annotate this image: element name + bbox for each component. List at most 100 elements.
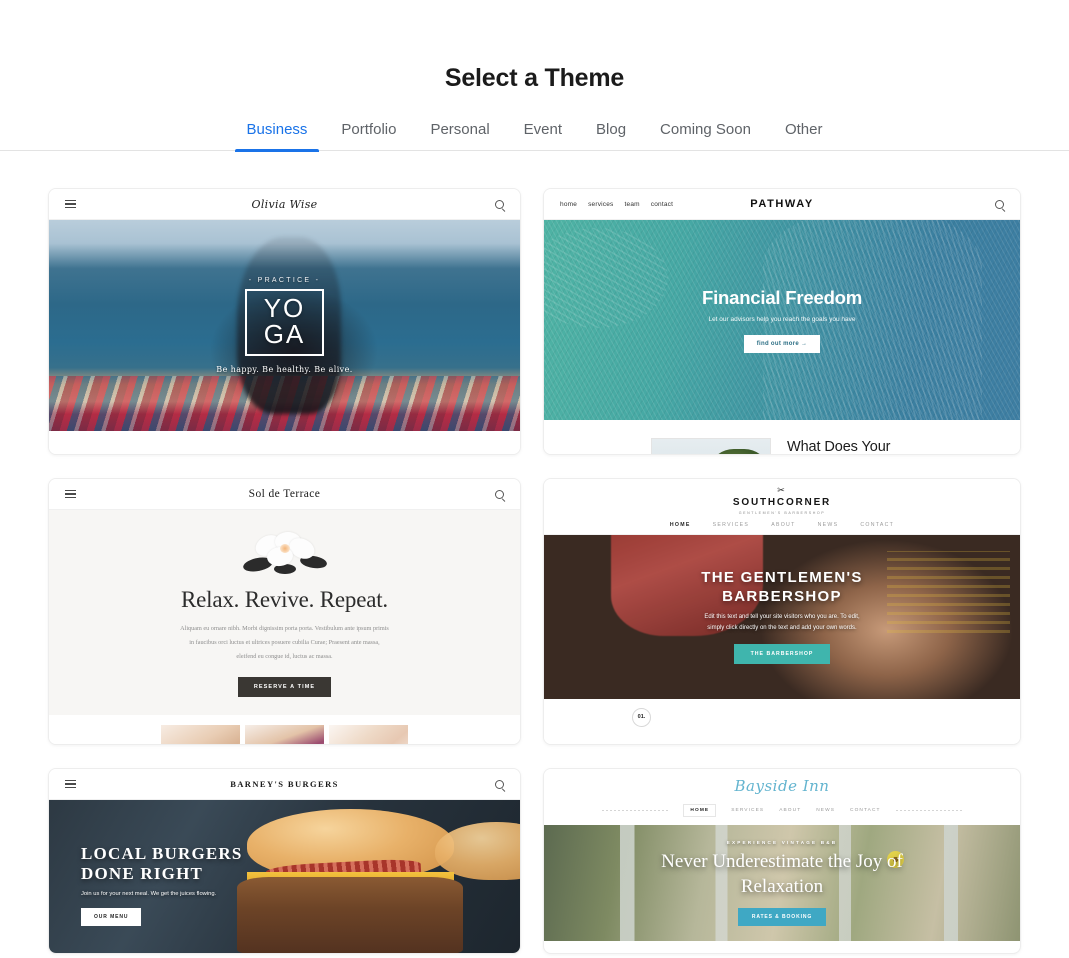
hero-heading: Relax. Revive. Repeat. xyxy=(180,587,388,612)
theme-picker-page: Select a Theme Business Portfolio Person… xyxy=(0,0,1069,958)
hero-body-line3: eleifend eu congue id, luctus ac massa. xyxy=(236,652,333,660)
site-nav: HOME SERVICES ABOUT NEWS CONTACT xyxy=(544,795,1020,825)
section-thumbnail xyxy=(651,438,771,454)
site-nav: HOME SERVICES ABOUT NEWS CONTACT xyxy=(544,514,1020,534)
hero-content: EXPERIENCE VINTAGE B&B Never Underestima… xyxy=(544,825,1020,941)
nav-divider-right xyxy=(895,810,962,811)
hero-body-line2: in faucibus orci luctus et ultrices posu… xyxy=(189,638,380,646)
search-icon[interactable] xyxy=(495,489,504,499)
hero-tagline: Be happy. Be healthy. Be alive. xyxy=(216,365,353,374)
category-tabs: Business Portfolio Personal Event Blog C… xyxy=(0,121,1069,152)
hero-image-yoga: - PRACTICE - YO GA Be happy. Be healthy.… xyxy=(49,220,520,432)
gallery-thumbnails xyxy=(49,715,520,744)
mini-site-header: ✂ SOUTHCORNER GENTLEMEN'S BARBERSHOP HOM… xyxy=(544,479,1020,535)
content-section: 01. xyxy=(544,698,1020,744)
nav-item-home[interactable]: HOME xyxy=(683,804,717,817)
hero-heading: LOCAL BURGERS DONE RIGHT xyxy=(81,844,243,884)
rates-booking-button[interactable]: RATES & BOOKING xyxy=(737,908,827,927)
search-icon[interactable] xyxy=(495,199,504,209)
theme-card-bayside-inn[interactable]: Bayside Inn HOME SERVICES ABOUT NEWS CON… xyxy=(543,768,1021,954)
tab-coming-soon[interactable]: Coming Soon xyxy=(643,121,768,150)
gallery-thumb-1[interactable] xyxy=(161,725,240,744)
hero-heading: Financial Freedom xyxy=(701,287,863,308)
content-section: What Does Your Financial Pathway xyxy=(544,420,1020,455)
theme-card-southcorner-barbershop[interactable]: ✂ SOUTHCORNER GENTLEMEN'S BARBERSHOP HOM… xyxy=(543,478,1021,745)
hero-heading-line2: Relaxation xyxy=(740,875,824,897)
hero-content: - PRACTICE - YO GA Be happy. Be healthy.… xyxy=(49,220,520,431)
tab-other[interactable]: Other xyxy=(768,121,840,150)
hero-heading: THE GENTLEMEN'S BARBERSHOP xyxy=(701,569,862,607)
scissors-icon: ✂ xyxy=(777,485,787,495)
hero-tagline: Join us for your next meal. We get the j… xyxy=(81,891,217,898)
barbershop-cta-button[interactable]: THE BARBERSHOP xyxy=(733,644,831,665)
site-logo: Bayside Inn xyxy=(734,777,830,795)
hero-heading-line2: BARBERSHOP xyxy=(722,587,842,605)
hero-subtitle: Let our advisors help you reach the goal… xyxy=(708,316,856,323)
hero-image-barbershop: THE GENTLEMEN'S BARBERSHOP Edit this tex… xyxy=(544,534,1020,699)
hero-title: YO GA xyxy=(244,289,325,356)
site-logo: Olivia Wise xyxy=(251,197,318,211)
theme-card-sol-de-terrace-spa[interactable]: Sol de Terrace Relax. Revive. Repeat. Al… xyxy=(48,478,521,745)
nav-item-contact[interactable]: contact xyxy=(651,201,673,208)
nav-item-home[interactable]: HOME xyxy=(670,522,691,528)
nav-item-team[interactable]: team xyxy=(625,201,640,208)
hero-image-bayside: EXPERIENCE VINTAGE B&B Never Underestima… xyxy=(544,825,1020,941)
mini-site-header: home services team contact PATHWAY xyxy=(544,189,1020,220)
reserve-a-time-button[interactable]: RESERVE A TIME xyxy=(237,676,332,697)
hero-heading-line2: DONE RIGHT xyxy=(81,864,204,884)
section-heading-line1: What Does Your xyxy=(787,439,891,455)
nav-item-services[interactable]: services xyxy=(588,201,613,208)
nav-item-about[interactable]: ABOUT xyxy=(771,522,795,528)
hero-image-burger: LOCAL BURGERS DONE RIGHT Join us for you… xyxy=(49,800,520,953)
theme-grid: Olivia Wise - PRACTICE - YO GA Be happy.… xyxy=(0,151,1069,954)
nav-item-contact[interactable]: CONTACT xyxy=(860,522,894,528)
hero-body-line1: Edit this text and tell your site visito… xyxy=(704,614,860,621)
hero-eyebrow: EXPERIENCE VINTAGE B&B xyxy=(726,839,838,845)
hero-heading-line1: LOCAL BURGERS xyxy=(81,844,243,863)
flower-stones-icon xyxy=(241,530,329,577)
nav-divider-left xyxy=(602,810,669,811)
tab-business[interactable]: Business xyxy=(230,121,325,152)
hamburger-icon[interactable] xyxy=(65,198,76,211)
burger-bun-second xyxy=(435,821,520,881)
tab-portfolio[interactable]: Portfolio xyxy=(324,121,413,150)
mini-site-header: Bayside Inn HOME SERVICES ABOUT NEWS CON… xyxy=(544,769,1020,825)
card-bottom-space xyxy=(49,431,520,454)
theme-card-olivia-wise-yoga[interactable]: Olivia Wise - PRACTICE - YO GA Be happy.… xyxy=(48,188,521,455)
nav-item-home[interactable]: home xyxy=(560,201,577,208)
section-heading: What Does Your Financial Pathway xyxy=(787,438,906,455)
theme-card-barneys-burgers[interactable]: BARNEY'S BURGERS LOCAL BURGERS DONE RIGH… xyxy=(48,768,521,954)
find-out-more-button[interactable]: find out more → xyxy=(743,335,821,353)
hero-title-line2: GA xyxy=(263,319,306,349)
search-icon[interactable] xyxy=(995,199,1004,209)
nav-item-services[interactable]: SERVICES xyxy=(713,522,750,528)
tab-personal[interactable]: Personal xyxy=(413,121,506,150)
nav-item-contact[interactable]: CONTACT xyxy=(850,808,881,813)
burger-patty xyxy=(237,877,464,953)
nav-item-news[interactable]: NEWS xyxy=(818,522,839,528)
site-logo: SOUTHCORNER xyxy=(732,497,832,508)
hero-heading: Never Underestimate the Joy of Relaxatio… xyxy=(661,850,903,899)
hero-body-line1: Aliquam eu ornare nibh. Morbi dignissim … xyxy=(180,625,389,632)
hero-spa: Relax. Revive. Repeat. Aliquam eu ornare… xyxy=(49,510,520,715)
search-icon[interactable] xyxy=(495,779,504,789)
gallery-thumb-3[interactable] xyxy=(329,725,408,744)
tab-blog[interactable]: Blog xyxy=(579,121,643,150)
mini-site-header: Olivia Wise xyxy=(49,189,520,220)
nav-item-services[interactable]: SERVICES xyxy=(731,808,764,813)
hero-body: Aliquam eu ornare nibh. Morbi dignissim … xyxy=(180,622,389,664)
hero-content: THE GENTLEMEN'S BARBERSHOP Edit this tex… xyxy=(544,535,1020,699)
site-nav: home services team contact xyxy=(560,201,673,208)
hamburger-icon[interactable] xyxy=(65,778,76,791)
nav-item-about[interactable]: ABOUT xyxy=(779,808,801,813)
nav-item-news[interactable]: NEWS xyxy=(816,808,835,813)
our-menu-button[interactable]: OUR MENU xyxy=(81,908,142,927)
hero-content: Financial Freedom Let our advisors help … xyxy=(544,220,1020,420)
hamburger-icon[interactable] xyxy=(65,488,76,501)
hero-content: LOCAL BURGERS DONE RIGHT Join us for you… xyxy=(81,844,243,927)
hero-heading-line1: THE GENTLEMEN'S xyxy=(701,568,863,586)
theme-card-pathway-financial[interactable]: home services team contact PATHWAY Finan… xyxy=(543,188,1021,455)
hero-heading-line1: Never Underestimate the Joy of xyxy=(661,850,903,872)
tab-event[interactable]: Event xyxy=(507,121,579,150)
gallery-thumb-2[interactable] xyxy=(245,725,324,744)
